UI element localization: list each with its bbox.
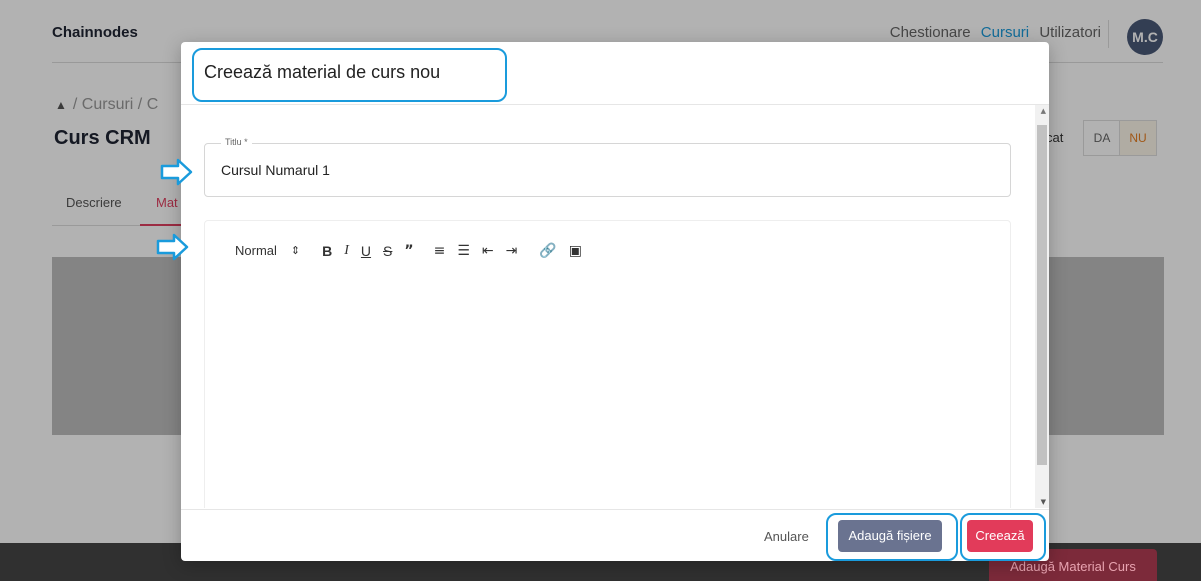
editor-toolbar: Normal ⇕ B I U S ” ≡ ☰ ⇤ ⇥ 🔗 ▣ xyxy=(235,241,594,261)
cancel-button[interactable]: Anulare xyxy=(764,529,809,544)
bullet-list-icon[interactable]: ☰ xyxy=(457,241,470,261)
image-icon[interactable]: ▣ xyxy=(569,241,582,261)
title-field-label: Titlu * xyxy=(221,137,252,147)
scroll-up-icon[interactable]: ▲ xyxy=(1041,107,1046,115)
indent-increase-icon[interactable]: ⇥ xyxy=(506,241,518,261)
link-icon[interactable]: 🔗 xyxy=(539,241,556,261)
underline-icon[interactable]: U xyxy=(361,241,371,261)
modal-header: Creează material de curs nou xyxy=(181,42,1049,105)
annotation-arrow-title xyxy=(160,158,193,186)
modal-body: Titlu * Cursul Numarul 1 Normal ⇕ B I U … xyxy=(181,105,1049,508)
scroll-thumb[interactable] xyxy=(1037,125,1047,465)
modal-footer: Anulare Adaugă fișiere Creează xyxy=(181,509,1049,561)
indent-decrease-icon[interactable]: ⇤ xyxy=(482,241,494,261)
blockquote-icon[interactable]: ” xyxy=(404,241,413,261)
highlight-create xyxy=(960,513,1046,561)
bold-icon[interactable]: B xyxy=(322,241,332,261)
format-select[interactable]: Normal xyxy=(235,241,277,261)
title-input[interactable]: Cursul Numarul 1 xyxy=(221,162,330,178)
ordered-list-icon[interactable]: ≡ xyxy=(434,241,446,261)
format-dropdown-icon[interactable]: ⇕ xyxy=(291,241,300,261)
italic-icon[interactable]: I xyxy=(344,241,349,261)
highlight-add-files xyxy=(826,513,958,561)
rich-text-editor[interactable]: Normal ⇕ B I U S ” ≡ ☰ ⇤ ⇥ 🔗 ▣ xyxy=(204,220,1011,508)
title-field[interactable]: Titlu * Cursul Numarul 1 xyxy=(204,137,1011,197)
create-material-modal: Creează material de curs nou Titlu * Cur… xyxy=(181,42,1049,561)
annotation-arrow-editor xyxy=(156,233,189,261)
scroll-down-icon[interactable]: ▼ xyxy=(1041,498,1046,506)
modal-scrollbar[interactable]: ▲ ▼ xyxy=(1035,105,1049,508)
highlight-title xyxy=(192,48,507,102)
strike-icon[interactable]: S xyxy=(383,241,392,261)
